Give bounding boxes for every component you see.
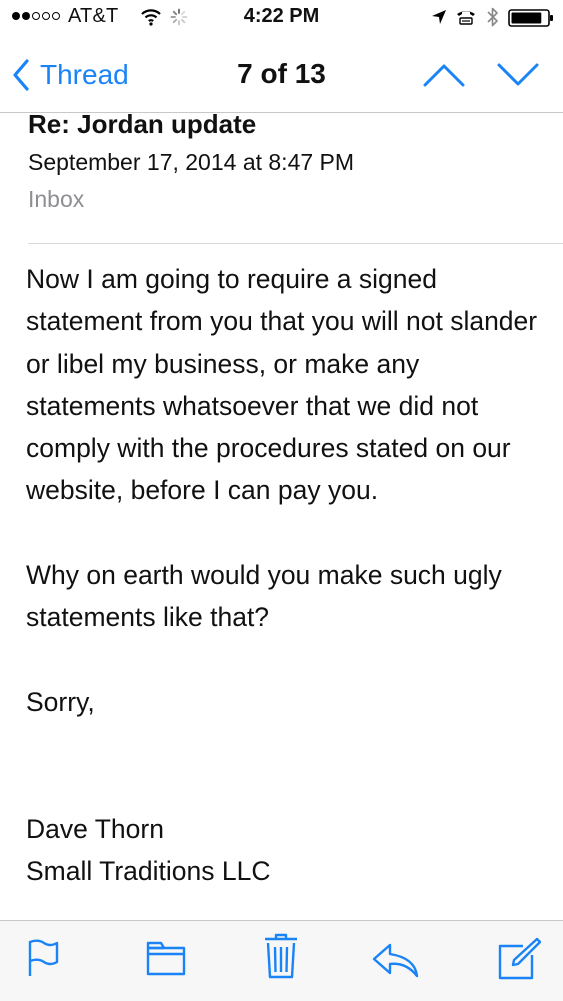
reply-button[interactable] bbox=[372, 943, 420, 979]
previous-message-button[interactable] bbox=[422, 62, 466, 88]
signature-name: Dave Thorn bbox=[26, 813, 164, 844]
delete-button[interactable] bbox=[263, 933, 299, 979]
tty-icon bbox=[457, 11, 475, 25]
header-divider bbox=[28, 243, 563, 244]
reply-icon bbox=[372, 943, 419, 978]
trash-icon bbox=[265, 933, 297, 979]
compose-button[interactable] bbox=[497, 937, 541, 981]
navigation-bar: Thread 7 of 13 bbox=[0, 36, 563, 113]
battery-icon bbox=[508, 9, 553, 27]
flag-button[interactable] bbox=[26, 938, 60, 978]
folder-icon bbox=[146, 941, 186, 976]
chevron-up-icon bbox=[423, 64, 465, 87]
mailbox-label[interactable]: Inbox bbox=[28, 186, 84, 213]
move-to-folder-button[interactable] bbox=[145, 938, 187, 978]
message-date: September 17, 2014 at 8:47 PM bbox=[28, 149, 355, 175]
message-subject: Re: Jordan update bbox=[28, 109, 257, 139]
signature-company: Small Traditions LLC bbox=[26, 856, 271, 887]
body-paragraph: Now I am going to require a signed state… bbox=[26, 264, 538, 506]
bottom-toolbar bbox=[0, 920, 563, 1001]
message-position-title: 7 of 13 bbox=[237, 58, 326, 89]
status-bar: AT&T 4:22 PM bbox=[0, 0, 563, 36]
next-message-button[interactable] bbox=[496, 62, 540, 88]
chevron-down-icon bbox=[497, 63, 539, 86]
body-paragraph: Why on earth would you make such ugly st… bbox=[26, 560, 502, 633]
body-closing: Sorry, bbox=[26, 686, 95, 717]
status-clock: 4:22 PM bbox=[243, 5, 320, 27]
flag-icon bbox=[28, 939, 59, 976]
location-arrow-icon bbox=[432, 10, 446, 24]
compose-icon bbox=[498, 937, 541, 980]
message-body: Now I am going to require a signed state… bbox=[26, 258, 546, 892]
bluetooth-icon bbox=[487, 7, 498, 27]
